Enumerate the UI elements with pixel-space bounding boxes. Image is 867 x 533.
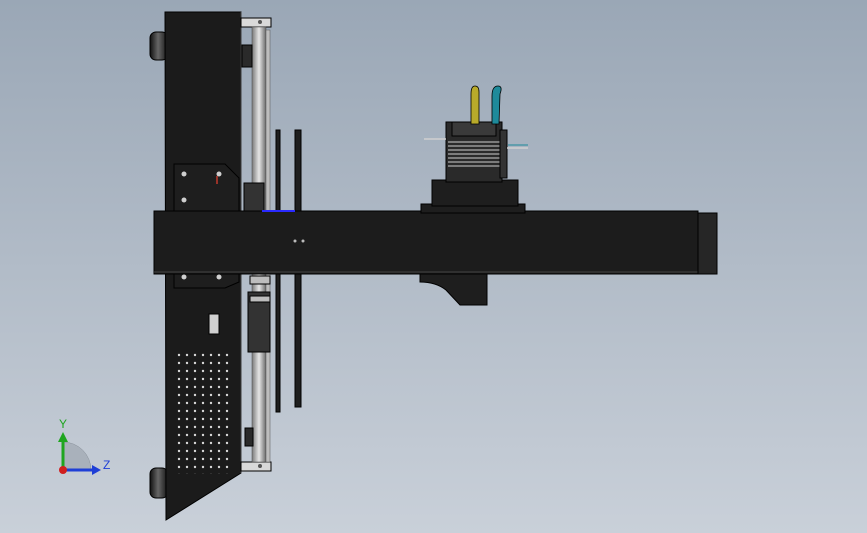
vent-grid (176, 350, 232, 474)
cad-viewport[interactable]: Y Z (0, 0, 867, 533)
arm-hole-1 (293, 239, 297, 243)
rod-carriage-upper (243, 182, 265, 212)
rod-end-lower (244, 427, 254, 447)
triad-z-label: Z (103, 458, 110, 472)
foot-bottom (149, 467, 169, 499)
rod-end-upper (241, 44, 253, 68)
frame-slot (208, 313, 220, 335)
triad-x-dot (59, 466, 67, 474)
arm-end-cap (697, 212, 718, 275)
arm-hole-2 (301, 239, 305, 243)
horizontal-arm (153, 210, 699, 275)
triad-y-label: Y (59, 417, 67, 431)
wire-yellow (470, 85, 480, 125)
rod-collar-2 (249, 295, 271, 303)
rail-clamp-bottom (240, 461, 272, 472)
rod-collar (249, 275, 271, 285)
rail-clamp-top (240, 17, 272, 28)
upper-bracket (173, 163, 240, 215)
motor-mount (420, 179, 526, 214)
